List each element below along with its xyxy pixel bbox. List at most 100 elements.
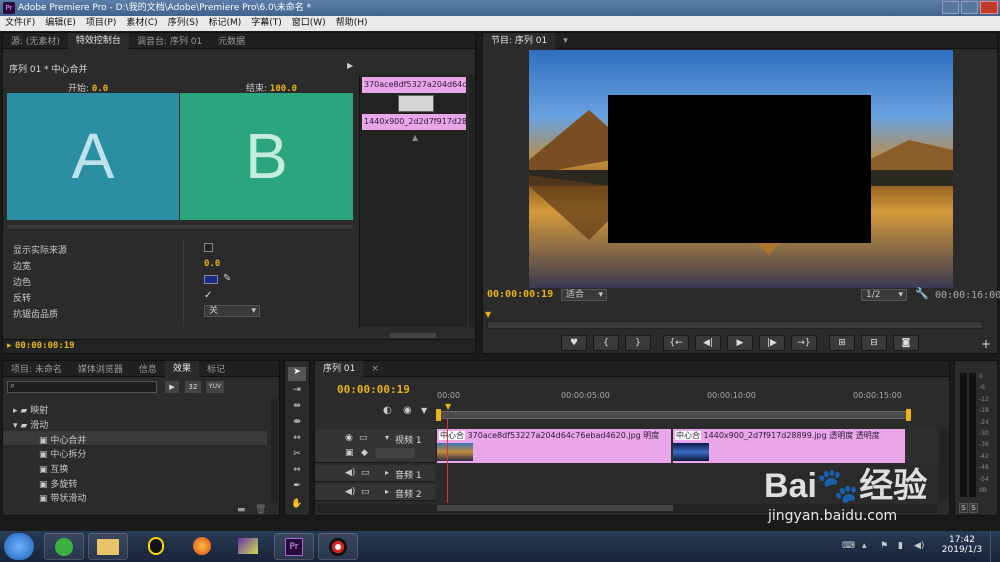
tray-keyboard-icon[interactable]: ⌨: [842, 541, 855, 551]
maximize-button[interactable]: [961, 1, 978, 14]
tray-network-icon[interactable]: ▮: [898, 541, 903, 551]
rate-stretch-tool-icon[interactable]: ↔: [288, 433, 306, 443]
mark-out-button[interactable]: }: [625, 335, 651, 351]
track-select-tool-icon[interactable]: ⇥: [288, 385, 306, 395]
resolution-select[interactable]: 1/2 ▾: [861, 289, 907, 301]
display-style-icon[interactable]: ▣: [345, 448, 354, 458]
mini-timeline-scrollbar[interactable]: [390, 333, 436, 338]
keyframe-nav[interactable]: [375, 448, 415, 458]
preview-scrollbar[interactable]: [7, 225, 353, 229]
program-scrubber[interactable]: [487, 321, 983, 329]
menu-sequence[interactable]: 序列(S): [163, 16, 204, 31]
menu-title[interactable]: 字幕(T): [246, 16, 287, 31]
clip-1-transition[interactable]: 中心合: [439, 431, 465, 440]
lock-icon[interactable]: ▭: [359, 433, 368, 443]
marker-icon[interactable]: ▼: [421, 406, 427, 415]
tab-sequence-01[interactable]: 序列 01: [315, 360, 364, 377]
lock-icon[interactable]: ▭: [361, 468, 370, 478]
tree-item-center-split[interactable]: ▣ 中心拆分: [39, 447, 86, 460]
slip-tool-icon[interactable]: ⇔: [288, 465, 306, 475]
selection-tool-icon[interactable]: ➤: [288, 367, 306, 381]
new-bin-icon[interactable]: ▬: [237, 505, 246, 515]
taskbar-app-360[interactable]: [44, 533, 84, 560]
speaker-icon[interactable]: ◀): [345, 487, 355, 497]
taskbar-media-app[interactable]: [228, 533, 268, 560]
taskbar-qq[interactable]: [136, 533, 176, 560]
tray-flag-icon[interactable]: ⚑: [880, 541, 888, 551]
mark-in-button[interactable]: {: [593, 335, 619, 351]
mini-clip-b[interactable]: 1440x900_2d2d7f917d2889: [362, 114, 466, 130]
effects-tree-vscroll[interactable]: [271, 399, 278, 503]
minimize-button[interactable]: [942, 1, 959, 14]
add-marker-icon[interactable]: ◉: [403, 405, 412, 416]
tree-item-band-slide[interactable]: ▣ 带状滑动: [39, 491, 86, 504]
menu-marker[interactable]: 标记(M): [203, 16, 246, 31]
delete-icon[interactable]: 🗑: [255, 505, 266, 515]
add-button-icon[interactable]: +: [981, 337, 991, 351]
hand-tool-icon[interactable]: ✋: [288, 499, 306, 509]
extract-button[interactable]: ⊟: [861, 335, 887, 351]
anti-aliasing-select[interactable]: 关 ▾: [204, 305, 260, 317]
playhead-icon[interactable]: ▼: [445, 402, 451, 411]
speaker-icon[interactable]: ◀): [345, 468, 355, 478]
expand-icon[interactable]: ▸: [385, 487, 389, 496]
fit-select[interactable]: 适合 ▾: [561, 289, 607, 301]
tab-info[interactable]: 信息: [131, 362, 165, 375]
razor-tool-icon[interactable]: ✂: [288, 449, 306, 459]
tab-effect-controls[interactable]: 特效控制台: [67, 32, 129, 49]
taskbar-explorer[interactable]: [88, 533, 128, 560]
eyedropper-icon[interactable]: ✎: [223, 273, 231, 284]
timeline-hscroll-thumb[interactable]: [437, 505, 673, 511]
work-area-bar[interactable]: [437, 411, 909, 419]
mini-transition[interactable]: [398, 95, 434, 112]
add-marker-button[interactable]: ♥: [561, 335, 587, 351]
work-area-start-handle[interactable]: [436, 409, 441, 421]
yuv-effects-badge[interactable]: YUV: [206, 381, 224, 393]
reverse-checkbox[interactable]: ✓: [204, 290, 212, 301]
lift-button[interactable]: ⊞: [829, 335, 855, 351]
eye-icon[interactable]: ◉: [345, 433, 353, 443]
start-button[interactable]: [4, 533, 34, 560]
tree-item-center-merge[interactable]: ▣ 中心合并: [39, 433, 86, 446]
step-back-button[interactable]: ◀|: [695, 335, 721, 351]
timeline-timecode[interactable]: 00:00:00:19: [337, 383, 410, 396]
tab-project[interactable]: 项目: 未命名: [3, 362, 70, 375]
show-desktop-button[interactable]: [990, 531, 1000, 562]
border-color-swatch[interactable]: [204, 275, 218, 284]
tab-markers[interactable]: 标记: [199, 362, 233, 375]
program-current-timecode[interactable]: 00:00:00:19: [487, 289, 553, 300]
close-button[interactable]: [980, 1, 998, 14]
tree-item-slide[interactable]: ▾ ▰ 滑动: [13, 418, 48, 431]
effect-controls-vscroll[interactable]: [469, 75, 475, 327]
go-to-out-button[interactable]: →}: [791, 335, 817, 351]
collapse-icon[interactable]: ▾: [385, 433, 389, 442]
effect-controls-timecode[interactable]: 00:00:00:19: [15, 341, 75, 351]
wrench-icon[interactable]: 🔧: [915, 287, 929, 300]
program-tab-menu-icon[interactable]: ▾: [555, 36, 576, 46]
menu-edit[interactable]: 编辑(E): [40, 16, 81, 31]
border-width-value[interactable]: 0.0: [204, 259, 220, 269]
go-to-in-button[interactable]: {←: [663, 335, 689, 351]
tab-metadata[interactable]: 元数据: [210, 34, 253, 47]
export-frame-button[interactable]: ◙: [893, 335, 919, 351]
menu-project[interactable]: 项目(P): [81, 16, 121, 31]
play-transition-icon[interactable]: ▶: [347, 61, 353, 70]
pen-tool-icon[interactable]: ✒: [288, 481, 306, 491]
accelerated-effects-icon[interactable]: ▶: [165, 381, 179, 393]
keyframe-icon[interactable]: ◆: [361, 448, 368, 458]
tab-program[interactable]: 节目: 序列 01: [483, 32, 556, 49]
mini-clip-a[interactable]: 370ace8df5327a204d64c7: [362, 77, 466, 93]
tray-volume-icon[interactable]: ◀): [914, 541, 924, 551]
menu-window[interactable]: 窗口(W): [287, 16, 331, 31]
menu-file[interactable]: 文件(F): [0, 16, 40, 31]
tab-audio-mixer[interactable]: 调音台: 序列 01: [129, 34, 210, 47]
timeline-ruler[interactable]: 00:00 00:00:05:00 00:00:10:00 00:00:15:0…: [436, 387, 937, 423]
snap-icon[interactable]: ◐: [383, 405, 392, 416]
playhead-line[interactable]: [447, 419, 448, 503]
taskbar-recorder[interactable]: [318, 533, 358, 560]
tab-source[interactable]: 源: (无素材): [3, 34, 68, 47]
taskbar-premiere[interactable]: Pr: [274, 533, 314, 560]
tab-effects[interactable]: 效果: [164, 360, 199, 377]
taskbar-firefox[interactable]: [182, 533, 222, 560]
clip-2-transition[interactable]: 中心合: [675, 431, 701, 440]
